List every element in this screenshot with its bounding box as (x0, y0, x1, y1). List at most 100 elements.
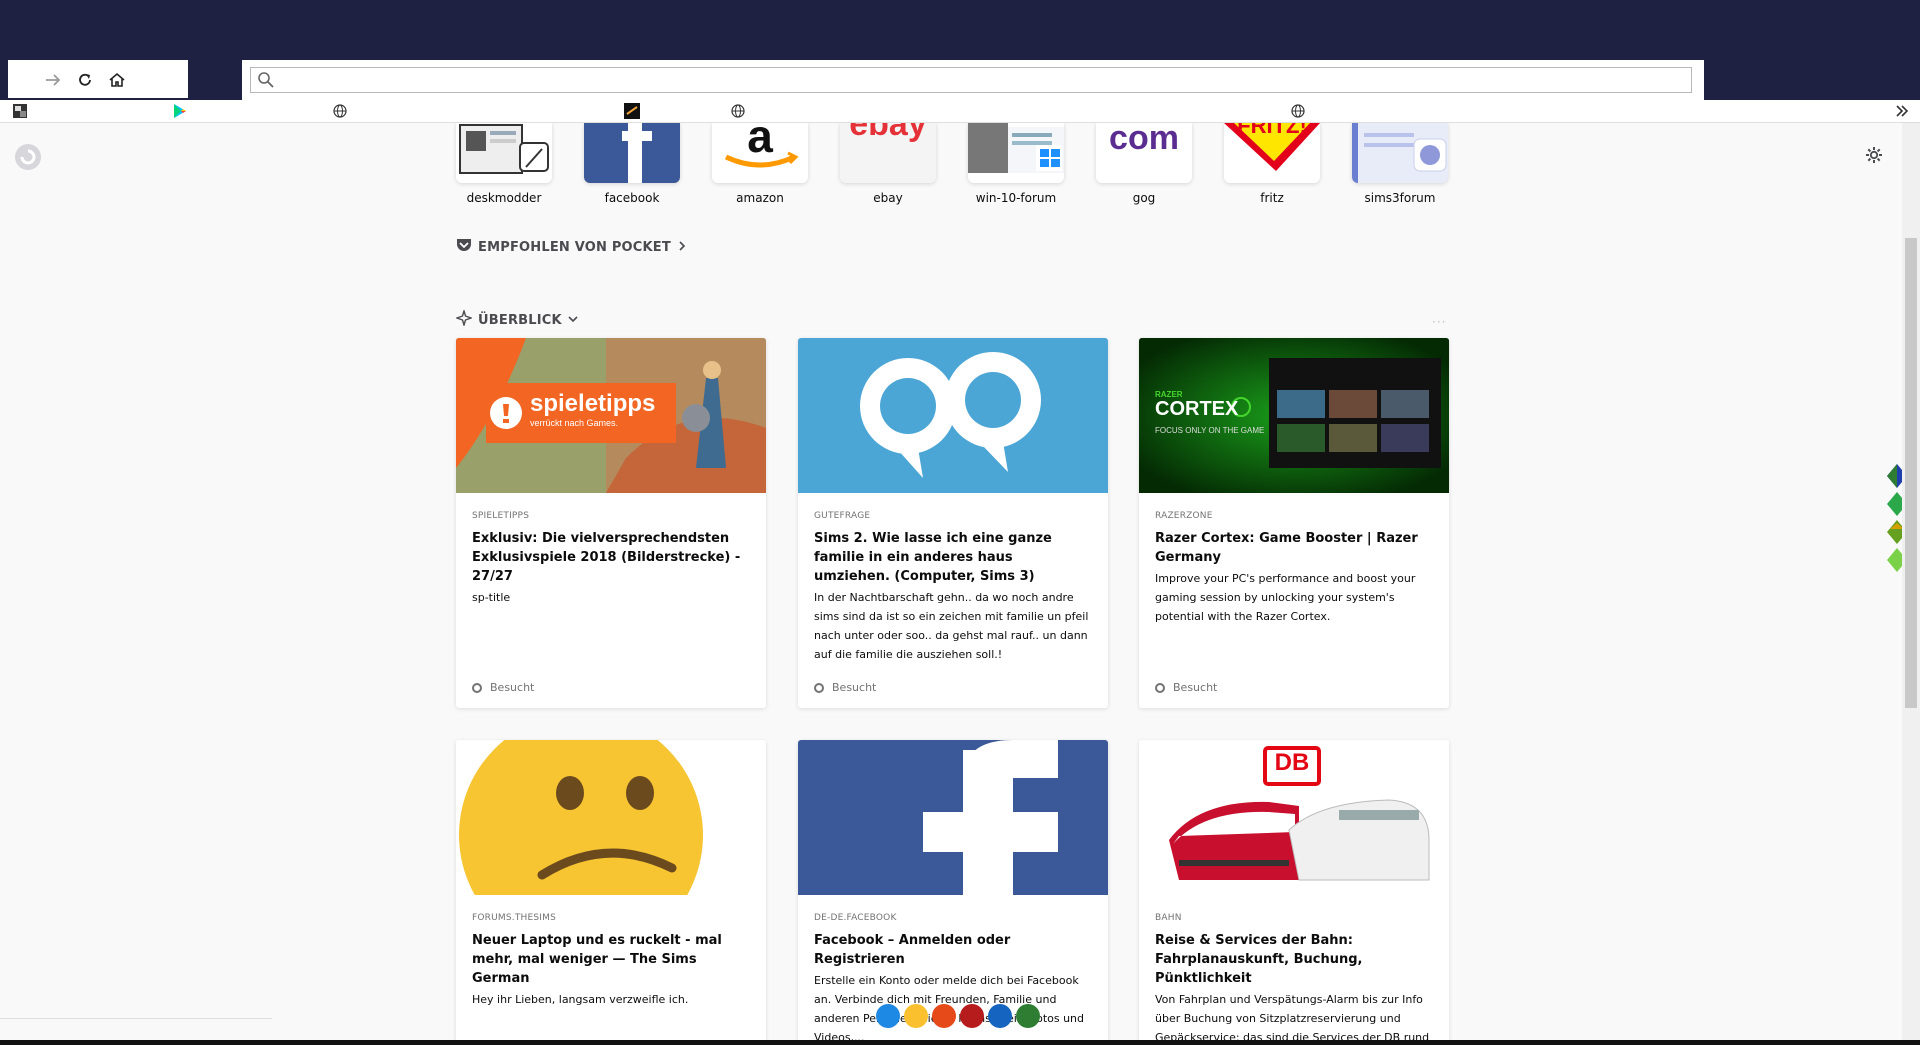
card-source: BAHN (1155, 913, 1182, 923)
card-context: Besucht (1155, 681, 1217, 694)
chevron-right-icon (677, 240, 687, 255)
card-source: RAZERZONE (1155, 511, 1213, 521)
card-description: Improve your PC's performance and boost … (1155, 572, 1416, 623)
app-icon[interactable] (904, 1004, 928, 1028)
app-icon[interactable] (876, 1004, 900, 1028)
scrollbar-thumb[interactable] (1905, 238, 1917, 708)
pocket-section-title: EMPFOHLEN VON POCKET (478, 239, 671, 255)
pocket-section-header[interactable]: EMPFOHLEN VON POCKET (456, 238, 687, 256)
top-site-label: fritz (1260, 191, 1284, 205)
card-context-label: Besucht (490, 681, 535, 694)
overlay-icon-strip (876, 1004, 1052, 1034)
highlight-card[interactable]: GUTEFRAGE Sims 2. Wie lasse ich eine gan… (798, 338, 1108, 708)
card-context: Besucht (814, 681, 876, 694)
top-site-label: facebook (604, 191, 660, 205)
nav-toolbar (8, 60, 188, 98)
top-site-label: deskmodder (466, 191, 542, 205)
top-site-sims3forum[interactable]: sims3forum (1340, 123, 1460, 205)
app-icon[interactable] (988, 1004, 1012, 1028)
search-input[interactable] (281, 70, 1675, 92)
top-site-facebook[interactable]: facebook (572, 123, 692, 205)
top-site-label: gog (1132, 191, 1156, 205)
top-site-gog[interactable]: com gog (1084, 123, 1204, 205)
card-source: DE-DE.FACEBOOK (814, 913, 897, 923)
top-site-deskmodder[interactable]: deskmodder (444, 123, 564, 205)
google-play-icon[interactable] (172, 103, 188, 119)
card-source: SPIELETIPPS (472, 511, 530, 521)
globe-icon[interactable] (730, 103, 746, 119)
card-source: GUTEFRAGE (814, 511, 871, 521)
search-icon (257, 71, 275, 89)
card-title: Neuer Laptop und es ruckelt - mal mehr, … (472, 933, 722, 986)
card-context: Besucht (472, 681, 534, 694)
highlight-card[interactable]: spieletipps verrückt nach Games. SPIELET… (456, 338, 766, 708)
firefox-logo-icon (14, 143, 42, 171)
cortex-brand-text: CORTEX (1155, 398, 1239, 420)
top-site-ebay[interactable]: ebay ebay (828, 123, 948, 205)
card-title: Exklusiv: Die vielversprechendsten Exklu… (472, 531, 741, 584)
section-menu-dots-icon[interactable]: ··· (1432, 315, 1446, 329)
app-icon[interactable] (960, 1004, 984, 1028)
bookmark-favicon[interactable] (12, 103, 28, 119)
spieletipps-tagline-text: verrückt nach Games. (530, 418, 619, 428)
top-site-win-10-forum[interactable]: win-10-forum (956, 123, 1076, 205)
top-site-label: amazon (736, 191, 784, 205)
card-image: DB (1139, 740, 1449, 895)
visited-icon (1155, 682, 1165, 693)
globe-icon[interactable] (1290, 103, 1306, 119)
app-icon[interactable] (1016, 1004, 1040, 1028)
highlight-card[interactable]: DE-DE.FACEBOOK Facebook – Anmelden oder … (798, 740, 1108, 1045)
fritz-logo-text: FRITZ! (1237, 123, 1307, 138)
card-image (798, 338, 1108, 493)
top-site-thumbnail: a (712, 123, 808, 183)
gog-logo-text: com (1109, 123, 1179, 157)
card-image (456, 740, 766, 895)
top-site-thumbnail: FRITZ! (1224, 123, 1320, 183)
spieletipps-brand-text: spieletipps (530, 390, 656, 417)
card-title: Razer Cortex: Game Booster | Razer Germa… (1155, 531, 1418, 565)
card-context-label: Besucht (832, 681, 877, 694)
top-site-thumbnail (1352, 123, 1448, 183)
card-context-label: Besucht (1173, 681, 1218, 694)
bookmark-favicon-game[interactable] (624, 103, 640, 119)
card-description: Von Fahrplan und Verspätungs-Alarm bis z… (1155, 993, 1430, 1044)
card-title: Reise & Services der Bahn: Fahrplanausku… (1155, 933, 1363, 986)
new-tab-page: deskmodder facebook a amazon ebay ebay w… (0, 123, 1902, 1045)
url-bar[interactable] (250, 67, 1692, 93)
overflow-chevron-icon[interactable] (1894, 103, 1910, 119)
card-description: In der Nachtbarschaft gehn.. da wo noch … (814, 591, 1089, 661)
top-site-thumbnail (968, 123, 1064, 183)
card-description: Hey ihr Lieben, langsam verzweifle ich. (472, 993, 689, 1006)
reload-icon[interactable] (74, 69, 96, 91)
highlight-card[interactable]: FORUMS.THESIMS Neuer Laptop und es rucke… (456, 740, 766, 1045)
db-logo-text: DB (1274, 749, 1310, 776)
visited-icon (814, 682, 824, 693)
top-site-label: win-10-forum (975, 191, 1057, 205)
highlights-section-header[interactable]: ÜBERBLICK (454, 308, 578, 330)
app-icon[interactable] (932, 1004, 956, 1028)
home-icon[interactable] (106, 69, 128, 91)
visited-icon (472, 682, 482, 693)
url-bar-container (242, 60, 1704, 100)
top-site-thumbnail: com (1096, 123, 1192, 183)
highlights-icon (454, 308, 474, 330)
bookmarks-toolbar (0, 100, 1920, 123)
settings-gear-icon[interactable] (1864, 145, 1884, 165)
card-description: sp-title (472, 591, 511, 604)
card-image (798, 740, 1108, 895)
top-site-fritz[interactable]: FRITZ! fritz (1212, 123, 1332, 205)
highlights-section-title: ÜBERBLICK (478, 312, 562, 328)
highlight-card[interactable]: RAZER CORTEX FOCUS ONLY ON THE GAME RAZE… (1139, 338, 1449, 708)
highlight-card[interactable]: DB BAHN Reise & Services der Bahn: Fahrp… (1139, 740, 1449, 1045)
card-title: Facebook – Anmelden oder Registrieren (814, 933, 1011, 967)
card-title: Sims 2. Wie lasse ich eine ganze familie… (814, 531, 1052, 584)
top-site-amazon[interactable]: a amazon (700, 123, 820, 205)
ebay-logo-text: ebay (849, 123, 927, 143)
top-site-label: ebay (873, 191, 903, 205)
vertical-scrollbar[interactable] (1902, 123, 1920, 1045)
globe-icon[interactable] (332, 103, 348, 119)
forward-icon[interactable] (42, 69, 64, 91)
top-site-thumbnail: ebay (840, 123, 936, 183)
top-site-label: sims3forum (1364, 191, 1436, 205)
card-image: RAZER CORTEX FOCUS ONLY ON THE GAME (1139, 338, 1449, 493)
